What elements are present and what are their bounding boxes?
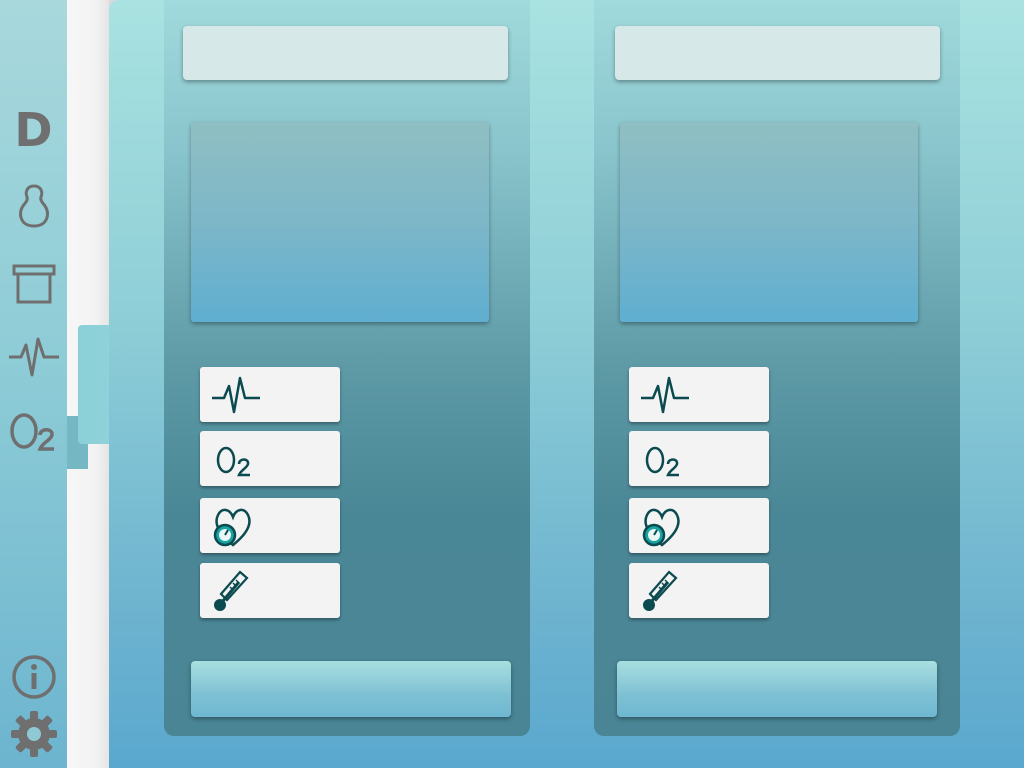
panel-title-field[interactable] — [183, 26, 508, 80]
main-area — [109, 0, 1024, 768]
vital-blood-pressure-button[interactable] — [200, 498, 340, 553]
app-logo: D — [14, 103, 53, 157]
sidebar-item-archive[interactable] — [0, 262, 67, 306]
pulse-icon — [7, 335, 61, 379]
sidebar-item-patient[interactable] — [0, 182, 67, 230]
blood-pressure-heart-icon — [210, 503, 256, 549]
sidebar-item-vitals[interactable] — [0, 334, 67, 380]
info-icon — [10, 653, 58, 701]
panel-action-button[interactable] — [617, 661, 937, 717]
person-icon — [14, 182, 54, 230]
vital-temperature-button[interactable] — [629, 563, 769, 618]
preview-display — [191, 122, 489, 322]
vital-oxygen-button[interactable] — [200, 431, 340, 486]
drawer-handle[interactable] — [78, 325, 110, 444]
sidebar: D — [0, 0, 67, 768]
vital-pulse-button[interactable] — [629, 367, 769, 422]
patient-panel-2 — [594, 0, 960, 736]
settings-button[interactable] — [0, 708, 67, 760]
vital-temperature-button[interactable] — [200, 563, 340, 618]
oxygen-icon — [210, 436, 256, 482]
thermometer-icon — [639, 568, 685, 614]
patient-panel-1 — [164, 0, 530, 736]
pulse-icon — [639, 372, 689, 418]
info-button[interactable] — [0, 652, 67, 702]
oxygen-icon — [9, 409, 59, 453]
settings-gear-icon — [9, 709, 59, 759]
sidebar-item-oxygen[interactable] — [0, 406, 67, 456]
vital-oxygen-button[interactable] — [629, 431, 769, 486]
panel-action-button[interactable] — [191, 661, 511, 717]
vital-pulse-button[interactable] — [200, 367, 340, 422]
preview-display — [620, 122, 918, 322]
vital-blood-pressure-button[interactable] — [629, 498, 769, 553]
thermometer-icon — [210, 568, 256, 614]
blood-pressure-heart-icon — [639, 503, 685, 549]
archive-box-icon — [12, 263, 56, 305]
pulse-icon — [210, 372, 260, 418]
oxygen-icon — [639, 436, 685, 482]
panel-title-field[interactable] — [615, 26, 940, 80]
